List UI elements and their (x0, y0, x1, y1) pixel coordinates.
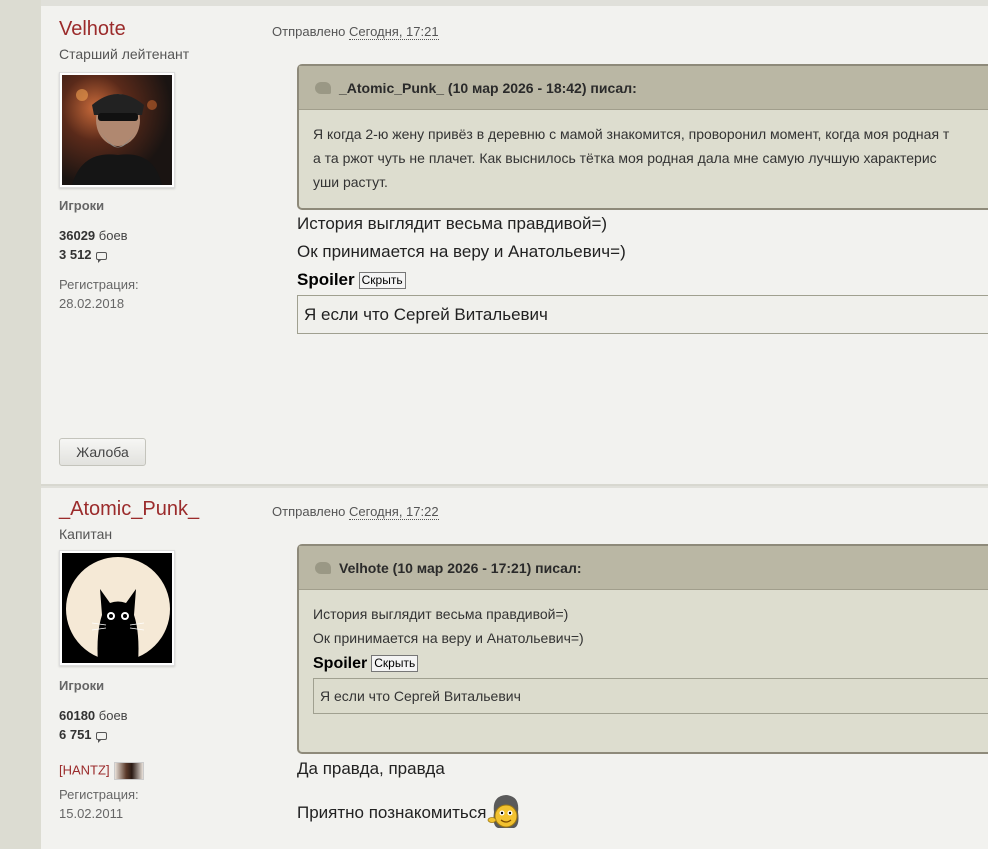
posts-stat: 6 751 (59, 727, 107, 743)
user-group: Игроки (59, 198, 105, 213)
forum-post-2: _Atomic_Punk_ Капитан Игроки 60180 боев … (41, 486, 988, 849)
avatar-image (66, 557, 170, 663)
quote-header: _Atomic_Punk_ (10 мар 2026 - 18:42) писа… (299, 66, 988, 110)
quote-body: Я когда 2-ю жену привёз в деревню с мамо… (299, 110, 988, 204)
spoiler-header: Spoiler Скрыть (297, 270, 406, 290)
quote-spoiler-label: Spoiler (313, 655, 368, 672)
quote-line: Ок принимается на веру и Анатольевич=) (313, 630, 584, 646)
battles-label: боев (95, 228, 128, 243)
complaint-button[interactable]: Жалоба (59, 438, 146, 466)
message-line: Да правда, правда (297, 759, 445, 778)
quote-header-text: Velhote (10 мар 2026 - 17:21) писал: (339, 560, 582, 576)
author-rank: Старший лейтенант (59, 46, 190, 62)
author-rank: Капитан (59, 526, 113, 542)
smiley-icon (486, 792, 526, 832)
posted-date[interactable]: Сегодня, 17:21 (349, 24, 439, 40)
quote-line: Я когда 2-ю жену привёз в деревню с мамо… (313, 126, 950, 142)
posts-count: 3 512 (59, 247, 92, 262)
posted-date[interactable]: Сегодня, 17:22 (349, 504, 439, 520)
posted-label: Отправлено (272, 24, 350, 39)
quote-line: уши растут. (313, 174, 388, 190)
registration-label: Регистрация: (59, 277, 139, 292)
quote-block: _Atomic_Punk_ (10 мар 2026 - 18:42) писа… (297, 64, 988, 210)
user-group: Игроки (59, 678, 105, 693)
quote-header-text: _Atomic_Punk_ (10 мар 2026 - 18:42) писа… (339, 80, 637, 96)
posted-info: Отправлено Сегодня, 17:21 (272, 24, 439, 40)
comment-icon (95, 251, 107, 263)
quote-block: Velhote (10 мар 2026 - 17:21) писал: Ист… (297, 544, 988, 754)
message-line: Ок принимается на веру и Анатольевич=) (297, 242, 626, 261)
author-name[interactable]: _Atomic_Punk_ (59, 498, 199, 521)
registration-date: 15.02.2011 (59, 806, 124, 821)
posted-label: Отправлено (272, 504, 350, 519)
battles-stat: 36029 боев (59, 228, 128, 243)
clan-name[interactable]: [HANTZ] (59, 762, 110, 777)
quote-header: Velhote (10 мар 2026 - 17:21) писал: (299, 546, 988, 590)
left-margin (0, 0, 41, 849)
spoiler-content: Я если что Сергей Витальевич (297, 295, 988, 334)
quote-icon (315, 562, 331, 574)
avatar[interactable] (59, 550, 175, 666)
clan-emblem-icon[interactable] (113, 762, 144, 780)
quote-line: История выглядит весьма правдивой=) (313, 606, 569, 622)
author-name[interactable]: Velhote (59, 18, 126, 41)
spoiler-hide-button[interactable]: Скрыть (358, 272, 406, 290)
message-line-with-smiley: Приятно познакомиться (297, 792, 526, 832)
quote-icon (315, 82, 331, 94)
posts-stat: 3 512 (59, 247, 107, 263)
avatar[interactable] (59, 72, 175, 188)
message-line: История выглядит весьма правдивой=) (297, 214, 608, 233)
battles-count: 60180 (59, 708, 96, 723)
battles-count: 36029 (59, 228, 96, 243)
clan-tag[interactable]: [HANTZ] (59, 762, 144, 780)
battles-label: боев (95, 708, 128, 723)
quote-line: а та ржот чуть не плачет. Как выснилось … (313, 150, 937, 166)
quote-spoiler-hide-button[interactable]: Скрыть (371, 655, 419, 673)
spoiler-label: Spoiler (297, 270, 355, 289)
posted-info: Отправлено Сегодня, 17:22 (272, 504, 439, 520)
quote-spoiler-header: Spoiler Скрыть (313, 652, 981, 676)
quote-spoiler-content: Я если что Сергей Витальевич (313, 678, 988, 714)
registration-date: 28.02.2018 (59, 296, 125, 311)
quote-body: История выглядит весьма правдивой=) Ок п… (299, 590, 988, 724)
message-text: Приятно познакомиться (297, 803, 487, 822)
registration-label: Регистрация: (59, 787, 139, 802)
comment-icon (95, 731, 107, 743)
avatar-image (72, 89, 162, 185)
posts-count: 6 751 (59, 727, 92, 742)
battles-stat: 60180 боев (59, 708, 128, 723)
forum-post-1: Velhote Старший лейтенант Игроки 36029 б… (41, 0, 988, 485)
